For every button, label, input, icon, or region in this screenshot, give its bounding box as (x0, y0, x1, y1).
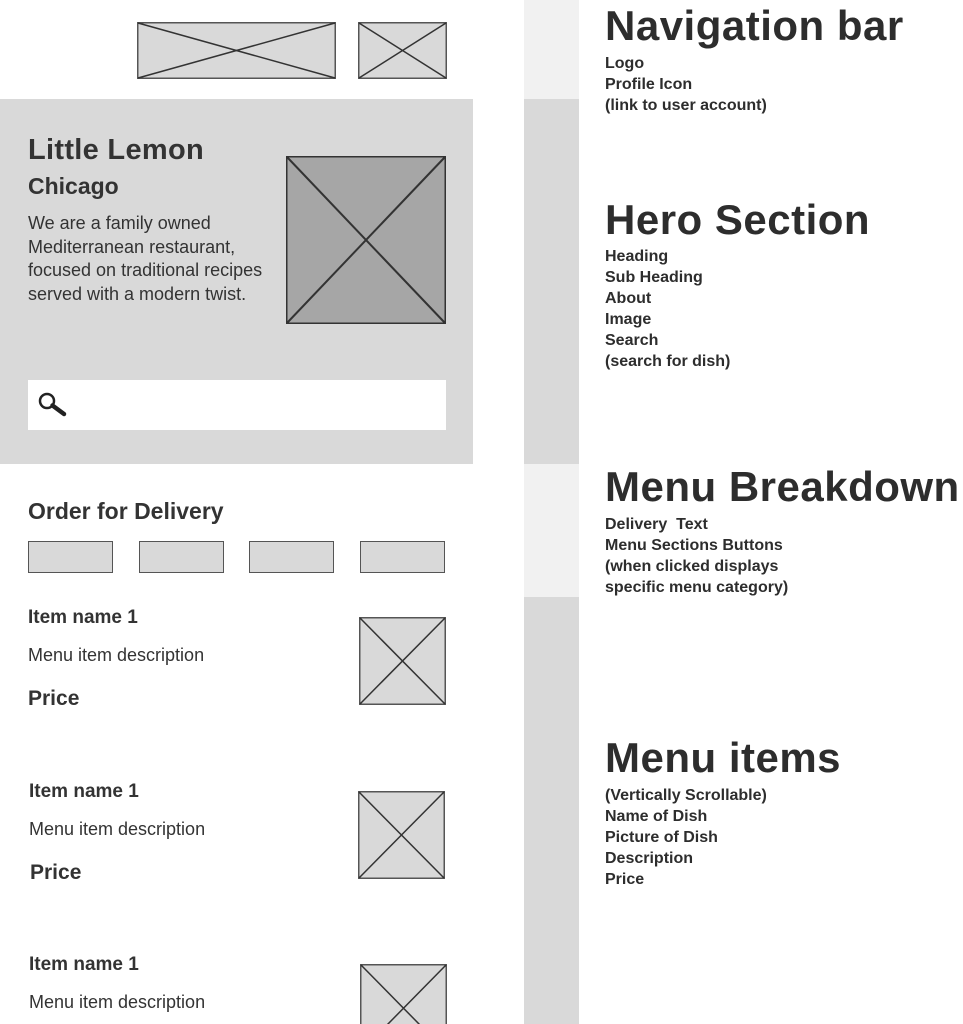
delivery-heading: Order for Delivery (28, 498, 224, 524)
wireframe-canvas: Little Lemon Chicago We are a family own… (0, 0, 963, 1024)
hero-subheading: Chicago (28, 173, 119, 199)
annotation-navigation-title: Navigation bar (605, 2, 904, 49)
annotation-line: Sub Heading (605, 269, 703, 286)
item-description: Menu item description (29, 819, 206, 839)
annotation-line: specific menu category) (605, 579, 789, 596)
annotation-line: Menu Sections Buttons (605, 537, 783, 554)
band-menu-breakdown (524, 464, 579, 597)
menu-section-button[interactable] (139, 541, 224, 573)
band-navigation (524, 0, 579, 99)
annotation-line: Search (605, 332, 659, 349)
item-image-placeholder (360, 964, 447, 1024)
search-icon (36, 391, 68, 419)
profile-icon-placeholder[interactable] (358, 22, 447, 79)
annotation-menu-items-title: Menu items (605, 734, 842, 781)
annotation-line: Picture of Dish (605, 829, 718, 846)
menu-section-button[interactable] (28, 541, 113, 573)
item-description: Menu item description (29, 992, 206, 1012)
annotation-menu-breakdown-title: Menu Breakdown (605, 463, 960, 510)
annotation-hero-title: Hero Section (605, 196, 871, 243)
item-name: Item name 1 (28, 607, 138, 628)
item-price: Price (30, 861, 82, 884)
annotation-line: Delivery Text (605, 516, 708, 533)
annotation-line: Profile Icon (605, 76, 693, 93)
annotation-line: Logo (605, 55, 645, 72)
annotation-line: Heading (605, 248, 669, 265)
annotation-hero-list: Heading Sub Heading About Image Search (… (605, 246, 730, 372)
menu-section-button[interactable] (360, 541, 445, 573)
item-description: Menu item description (28, 645, 205, 665)
band-menu-items (524, 597, 579, 1024)
annotation-line: About (605, 290, 652, 307)
annotation-menu-breakdown-list: Delivery Text Menu Sections Buttons (whe… (605, 514, 788, 598)
annotation-navigation-list: Logo Profile Icon (link to user account) (605, 53, 767, 116)
annotation-line: (search for dish) (605, 353, 731, 370)
item-price: Price (28, 687, 80, 710)
hero-image-placeholder (286, 156, 446, 324)
annotation-line: Name of Dish (605, 808, 708, 825)
menu-section-button[interactable] (249, 541, 334, 573)
item-name: Item name 1 (29, 781, 139, 802)
annotation-line: Price (605, 871, 645, 888)
logo-placeholder[interactable] (137, 22, 336, 79)
item-name: Item name 1 (29, 954, 139, 975)
annotation-line: (Vertically Scrollable) (605, 787, 767, 804)
annotation-menu-items-list: (Vertically Scrollable) Name of Dish Pic… (605, 785, 767, 890)
annotation-line: (when clicked displays (605, 558, 779, 575)
search-input[interactable] (28, 380, 446, 430)
annotation-line: Image (605, 311, 652, 328)
hero-about-text: We are a family owned Mediterranean rest… (28, 213, 263, 304)
annotation-line: (link to user account) (605, 97, 767, 114)
item-image-placeholder (358, 791, 445, 879)
band-hero (524, 99, 579, 464)
hero-heading: Little Lemon (28, 134, 204, 166)
item-image-placeholder (359, 617, 446, 705)
annotation-line: Description (605, 850, 694, 867)
